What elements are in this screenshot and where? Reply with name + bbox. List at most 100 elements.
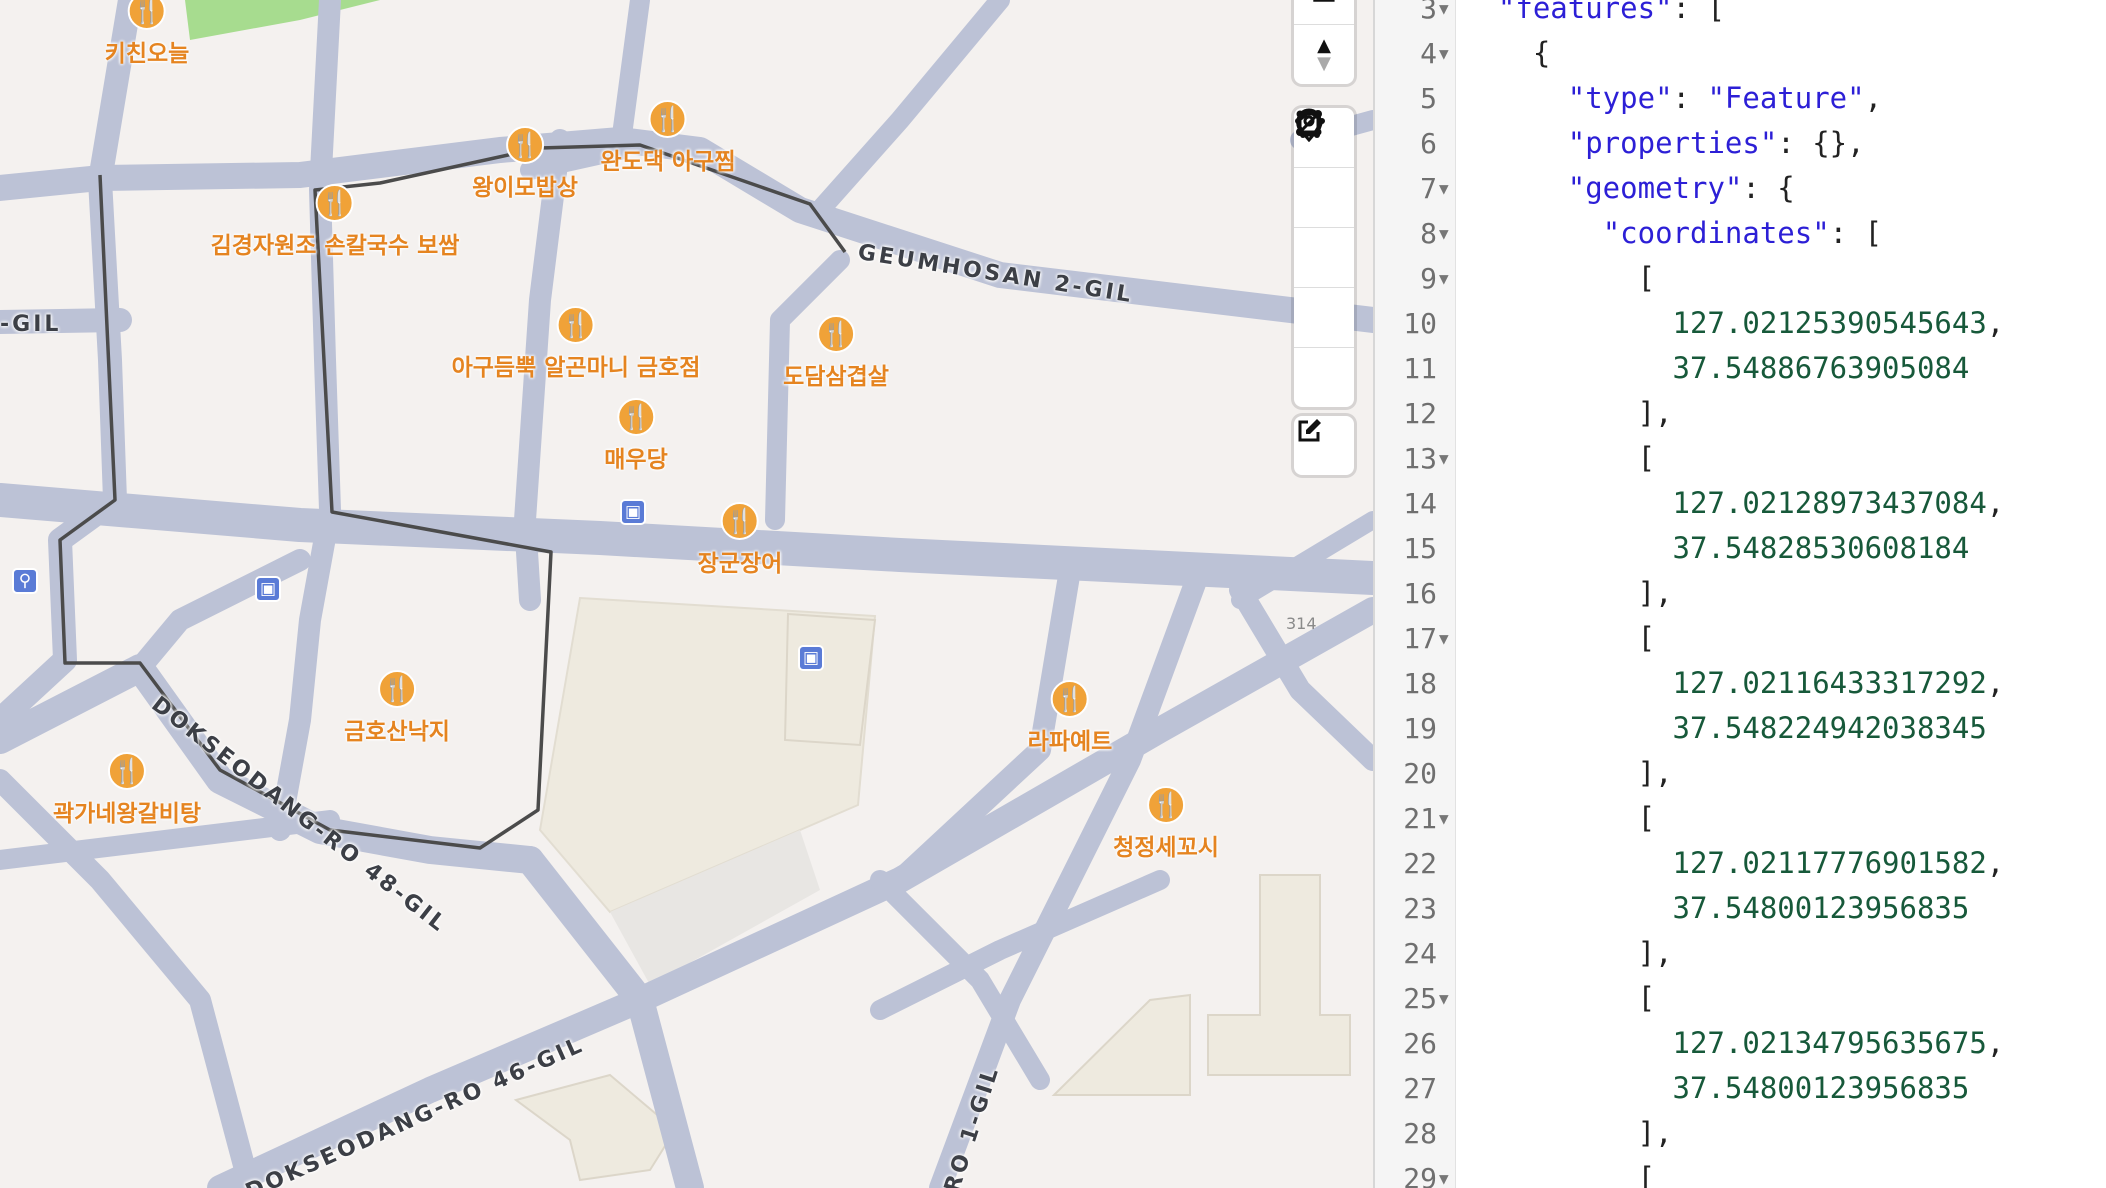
- poi-wandodaek[interactable]: 🍴 완도댁 아구찜: [601, 100, 735, 176]
- line-number: 27: [1403, 1072, 1437, 1105]
- line-content: ],: [1463, 1116, 1673, 1150]
- restaurant-icon: 🍴: [649, 100, 687, 138]
- code-line[interactable]: 17 ▼ [: [1375, 616, 2106, 661]
- fold-toggle-icon[interactable]: ▼: [1439, 616, 1449, 661]
- geojson-editor[interactable]: 3 ▼ "features": [4 ▼ {5 "type": "Feature",…: [1373, 0, 2106, 1188]
- code-line[interactable]: 10 127.02125390545643,: [1375, 301, 2106, 346]
- code-line[interactable]: 5 "type": "Feature",: [1375, 76, 2106, 121]
- poi-dodam[interactable]: 🍴 도담삼겹살: [783, 315, 889, 391]
- road-label-gil-left: -GIL: [0, 312, 62, 337]
- code-line[interactable]: 24 ],: [1375, 931, 2106, 976]
- code-line[interactable]: 8 ▼ "coordinates": [: [1375, 211, 2106, 256]
- code-line[interactable]: 3 ▼ "features": [: [1375, 0, 2106, 31]
- poi-gwakga[interactable]: 🍴 곽가네왕갈비탕: [53, 752, 201, 828]
- poi-geumhosan[interactable]: 🍴 금호산낙지: [344, 670, 450, 746]
- line-number: 17: [1403, 622, 1437, 655]
- fold-toggle-icon[interactable]: ▼: [1439, 0, 1449, 31]
- compass-icon[interactable]: ▲ ▼: [1294, 25, 1354, 84]
- bus-stop-icon[interactable]: ▣: [620, 499, 646, 525]
- line-number: 28: [1403, 1117, 1437, 1150]
- map-canvas[interactable]: 🍴 키친오늘 🍴 왕이모밥상 🍴 완도댁 아구찜 🍴 김경자원조 손칼국수 보쌈…: [0, 0, 1373, 1188]
- fold-toggle-icon[interactable]: ▼: [1439, 436, 1449, 481]
- fold-toggle-icon[interactable]: ▼: [1439, 256, 1449, 301]
- code-line[interactable]: 12 ],: [1375, 391, 2106, 436]
- line-content: 37.54800123956835: [1672, 891, 1970, 925]
- poi-kimgyeongja[interactable]: 🍴 김경자원조 손칼국수 보쌈: [210, 184, 460, 260]
- fold-toggle-icon[interactable]: ▼: [1439, 31, 1449, 76]
- road-left-vertical: [0, 0, 142, 732]
- code-line[interactable]: 20 ],: [1375, 751, 2106, 796]
- code-line[interactable]: 28 ],: [1375, 1111, 2106, 1156]
- code-line[interactable]: 6 "properties": {},: [1375, 121, 2106, 166]
- minus-icon[interactable]: −: [1294, 0, 1354, 25]
- restaurant-icon: 🍴: [316, 184, 354, 222]
- rectangle-icon[interactable]: [1294, 110, 1354, 348]
- restaurant-icon: 🍴: [817, 315, 855, 353]
- poi-kitchen-oneul[interactable]: 🍴 키친오늘: [104, 0, 190, 68]
- poi-maeudang[interactable]: 🍴 매우당: [604, 398, 668, 474]
- line-number: 5: [1420, 82, 1437, 115]
- restaurant-icon: 🍴: [557, 306, 595, 344]
- code-line[interactable]: 7 ▼ "geometry": {: [1375, 166, 2106, 211]
- line-number: 7: [1420, 172, 1437, 205]
- line-content: 37.54886763905084: [1672, 351, 1970, 385]
- edit-icon[interactable]: [1294, 416, 1354, 475]
- line-number: 13: [1403, 442, 1437, 475]
- poi-agudeumppuk[interactable]: 🍴 아구듬뿍 알곤마니 금호점: [452, 306, 700, 382]
- code-line[interactable]: 19 37.548224942038345: [1375, 706, 2106, 751]
- fold-toggle-icon[interactable]: ▼: [1439, 211, 1449, 256]
- code-line[interactable]: 18 127.02116433317292,: [1375, 661, 2106, 706]
- poi-label: 김경자원조 손칼국수 보쌈: [210, 233, 460, 259]
- bus-stop-icon[interactable]: ▣: [255, 576, 281, 602]
- circle-icon[interactable]: [1294, 110, 1354, 407]
- code-line[interactable]: 11 37.54886763905084: [1375, 346, 2106, 391]
- code-line[interactable]: 22 127.02117776901582,: [1375, 841, 2106, 886]
- line-content: ],: [1463, 576, 1673, 610]
- code-line[interactable]: 25 ▼ [: [1375, 976, 2106, 1021]
- polygon-icon[interactable]: [1294, 109, 1354, 288]
- line-content: 127.02128973437084,: [1672, 486, 2005, 520]
- code-line[interactable]: 21 ▼ [: [1375, 796, 2106, 841]
- restaurant-icon: 🍴: [127, 0, 166, 30]
- code-line[interactable]: 27 37.54800123956835: [1375, 1066, 2106, 1111]
- code-line[interactable]: 4 ▼ {: [1375, 31, 2106, 76]
- line-number: 26: [1403, 1027, 1437, 1060]
- fold-toggle-icon[interactable]: ▼: [1439, 166, 1449, 211]
- line-number: 19: [1403, 712, 1437, 745]
- line-content: 37.54828530608184: [1672, 531, 1970, 565]
- code-line[interactable]: 16 ],: [1375, 571, 2106, 616]
- restaurant-icon: 🍴: [378, 670, 416, 708]
- line-content: "features": [: [1497, 0, 1725, 25]
- poi-label: 키친오늘: [104, 41, 190, 67]
- code-line[interactable]: 29 ▼ [: [1375, 1156, 2106, 1188]
- poi-label: 왕이모밥상: [472, 175, 578, 201]
- line-number: 6: [1420, 127, 1437, 160]
- line-content: [: [1463, 1161, 1656, 1188]
- line-number: 11: [1403, 352, 1437, 385]
- code-line[interactable]: 9 ▼ [: [1375, 256, 2106, 301]
- restaurant-icon: 🍴: [108, 752, 146, 790]
- poi-lafayette[interactable]: 🍴 라파예트: [1028, 680, 1112, 756]
- code-line[interactable]: 26 127.02134795635675,: [1375, 1021, 2106, 1066]
- line-number: 3: [1420, 0, 1437, 25]
- line-content: [: [1463, 981, 1656, 1015]
- road-center-vertical: [269, 0, 341, 841]
- bike-station-icon[interactable]: ⚲: [12, 568, 38, 594]
- code-line[interactable]: 13 ▼ [: [1375, 436, 2106, 481]
- fold-toggle-icon[interactable]: ▼: [1439, 976, 1449, 1021]
- line-number: 20: [1403, 757, 1437, 790]
- line-content: [: [1463, 261, 1656, 295]
- restaurant-icon: 🍴: [616, 398, 655, 436]
- code-line[interactable]: 14 127.02128973437084,: [1375, 481, 2106, 526]
- poi-cheongjeong[interactable]: 🍴 청정세꼬시: [1113, 786, 1219, 862]
- line-content: [: [1463, 441, 1656, 475]
- bus-stop-icon[interactable]: ▣: [798, 645, 824, 671]
- line-content: "coordinates": [: [1602, 216, 1883, 250]
- poi-janggun[interactable]: 🍴 장군장어: [698, 502, 782, 578]
- line-icon[interactable]: [1294, 110, 1354, 228]
- fold-toggle-icon[interactable]: ▼: [1439, 1156, 1449, 1188]
- fold-toggle-icon[interactable]: ▼: [1439, 796, 1449, 841]
- code-line[interactable]: 15 37.54828530608184: [1375, 526, 2106, 571]
- code-line[interactable]: 23 37.54800123956835: [1375, 886, 2106, 931]
- poi-wangimo[interactable]: 🍴 왕이모밥상: [472, 126, 578, 202]
